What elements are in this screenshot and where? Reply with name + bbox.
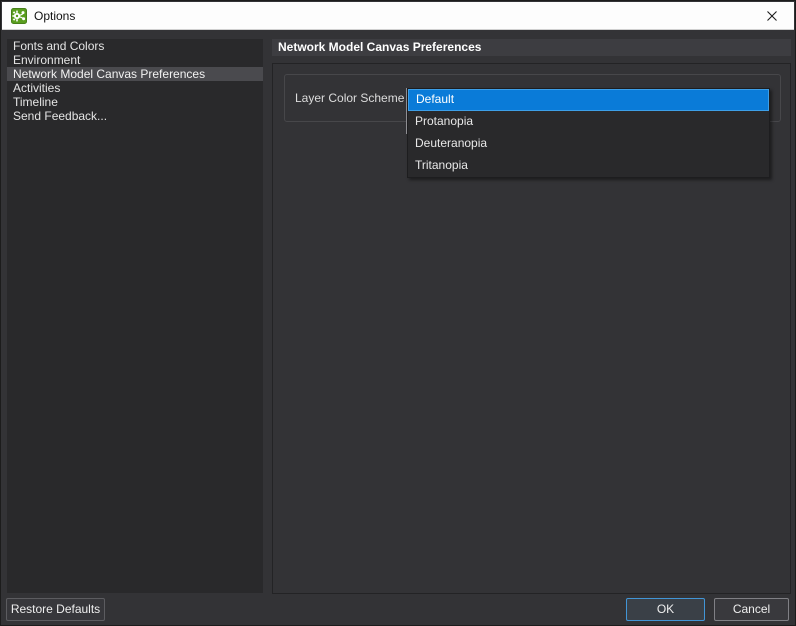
dropdown-option-tritanopia[interactable]: Tritanopia (408, 155, 769, 177)
sidebar-item-fonts-and-colors[interactable]: Fonts and Colors (7, 39, 263, 53)
sidebar-item-environment[interactable]: Environment (7, 53, 263, 67)
close-icon (766, 10, 777, 21)
section-header: Network Model Canvas Preferences (272, 39, 791, 56)
category-list: Fonts and Colors Environment Network Mod… (7, 39, 263, 593)
sidebar-item-send-feedback[interactable]: Send Feedback... (7, 109, 263, 123)
restore-defaults-button[interactable]: Restore Defaults (6, 598, 105, 621)
cancel-button[interactable]: Cancel (714, 598, 789, 621)
app-logo-icon (11, 7, 27, 24)
ok-button[interactable]: OK (626, 598, 705, 621)
layer-color-scheme-label: Layer Color Scheme (295, 91, 405, 105)
dropdown-option-protanopia[interactable]: Protanopia (408, 111, 769, 133)
title-bar: Options (2, 2, 794, 30)
options-dialog: Options Fonts and Colors Environment Net… (0, 0, 796, 626)
sidebar-item-timeline[interactable]: Timeline (7, 95, 263, 109)
sidebar-item-network-model-canvas-preferences[interactable]: Network Model Canvas Preferences (7, 67, 263, 81)
close-button[interactable] (749, 2, 794, 30)
sidebar-item-activities[interactable]: Activities (7, 81, 263, 95)
dropdown-option-default[interactable]: Default (408, 89, 769, 111)
layer-color-scheme-dropdown: Default Protanopia Deuteranopia Tritanop… (407, 88, 770, 178)
dropdown-option-deuteranopia[interactable]: Deuteranopia (408, 133, 769, 155)
window-title: Options (34, 8, 76, 23)
combobox-border-fragment (406, 88, 407, 134)
